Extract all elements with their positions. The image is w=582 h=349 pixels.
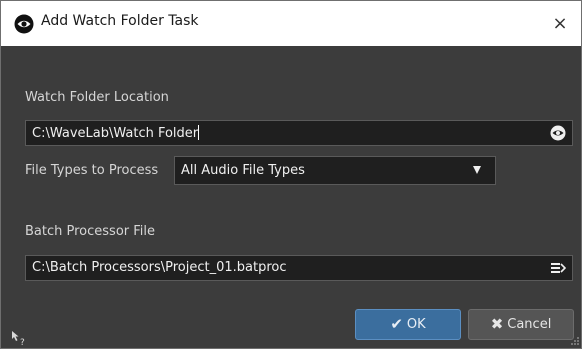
cancel-button-label: Cancel — [507, 317, 552, 332]
list-open-icon[interactable] — [550, 260, 566, 276]
batch-processor-label: Batch Processor File — [25, 224, 155, 239]
close-icon: × — [552, 13, 568, 34]
text-caret — [198, 125, 200, 140]
ok-button[interactable]: ✔ OK — [355, 309, 461, 340]
add-watch-folder-dialog: Add Watch Folder Task × Watch Folder Loc… — [0, 0, 582, 349]
file-types-dropdown[interactable]: All Audio File Types — [174, 156, 496, 185]
watch-folder-input[interactable]: C:\WaveLab\Watch Folder — [25, 120, 573, 146]
batch-processor-value: C:\Batch Processors\Project_01.batproc — [32, 260, 287, 275]
x-icon: ✖ — [490, 315, 504, 333]
title-bar: Add Watch Folder Task × — [1, 1, 581, 46]
file-types-selected: All Audio File Types — [181, 163, 305, 178]
ok-button-label: OK — [406, 317, 426, 332]
dialog-title: Add Watch Folder Task — [41, 13, 199, 29]
batch-processor-input[interactable]: C:\Batch Processors\Project_01.batproc — [25, 255, 573, 281]
whats-this-help-icon[interactable]: ? — [11, 330, 27, 346]
watch-folder-value: C:\WaveLab\Watch Folder — [32, 125, 200, 141]
triangle-down-icon — [473, 166, 481, 174]
svg-text:?: ? — [20, 338, 25, 346]
cancel-button[interactable]: ✖ Cancel — [468, 309, 574, 340]
checkmark-icon: ✔ — [390, 315, 403, 333]
eye-icon[interactable] — [550, 125, 566, 141]
resize-grip-icon[interactable] — [568, 334, 580, 346]
close-button[interactable]: × — [545, 9, 575, 39]
watch-folder-label: Watch Folder Location — [25, 90, 169, 105]
file-types-label: File Types to Process — [25, 163, 159, 178]
eye-icon — [14, 14, 34, 34]
